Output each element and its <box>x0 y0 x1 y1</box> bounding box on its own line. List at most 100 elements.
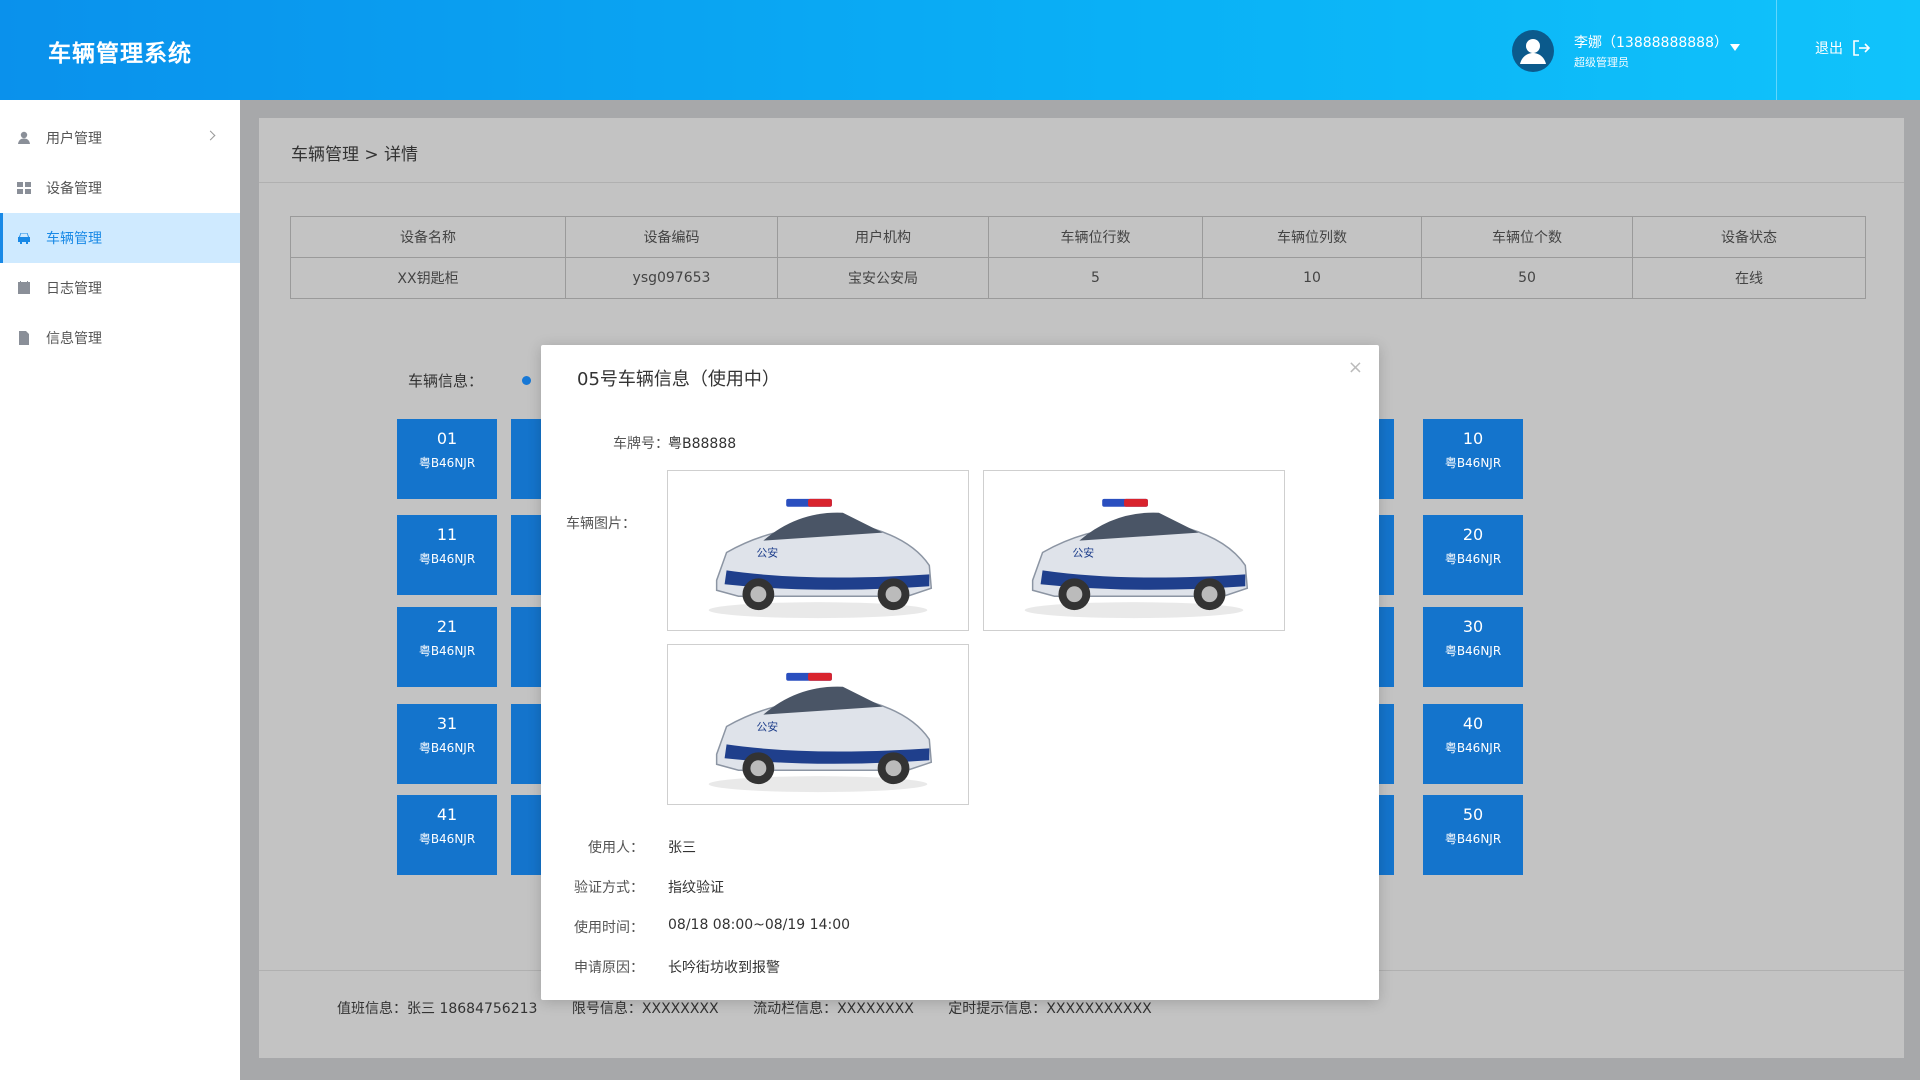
slot-number: 11 <box>436 525 458 544</box>
table-cell: ysg097653 <box>565 257 778 299</box>
verify-value: 指纹验证 <box>668 880 724 896</box>
sidebar: 用户管理 设备管理 车辆管理 日志管理 信息管理 <box>0 100 240 1080</box>
slot-number: 30 <box>1462 617 1484 636</box>
sidebar-item-label: 设备管理 <box>46 181 102 197</box>
slot-number: 21 <box>436 617 458 636</box>
modal-title: 05号车辆信息（使用中） <box>577 369 780 390</box>
table-header: 车辆位行数 <box>988 216 1203 258</box>
slot-number: 20 <box>1462 525 1484 544</box>
slot-plate: 粤B46NJR <box>418 741 476 755</box>
table-row: XX钥匙柜 ysg097653 宝安公安局 5 10 50 在线 <box>290 257 1866 299</box>
close-icon[interactable]: × <box>1348 357 1363 378</box>
sidebar-item-devices[interactable]: 设备管理 <box>0 163 240 213</box>
vehicle-slot[interactable]: 31 粤B46NJR <box>397 704 497 784</box>
police-car-image: 公安 <box>708 672 933 793</box>
time-label: 使用时间： <box>574 920 644 936</box>
plate-label: 车牌号： <box>613 436 669 452</box>
table-header: 用户机构 <box>777 216 989 258</box>
slot-number: 50 <box>1462 805 1484 824</box>
table-header: 设备编码 <box>565 216 778 258</box>
vehicle-slot[interactable]: 11 粤B46NJR <box>397 515 497 595</box>
photos-label: 车辆图片： <box>566 516 636 532</box>
divider <box>259 182 1904 183</box>
vehicle-slot[interactable]: 50 粤B46NJR <box>1423 795 1523 875</box>
vehicle-slot[interactable]: 41 粤B46NJR <box>397 795 497 875</box>
log-icon <box>16 280 32 296</box>
slot-number: 41 <box>436 805 458 824</box>
sidebar-item-users[interactable]: 用户管理 <box>0 113 240 163</box>
table-header-row: 设备名称 设备编码 用户机构 车辆位行数 车辆位列数 车辆位个数 设备状态 <box>290 216 1866 258</box>
sidebar-item-vehicles[interactable]: 车辆管理 <box>0 213 240 263</box>
user-name: 李娜（13888888888） <box>1574 35 1728 51</box>
slot-plate: 粤B46NJR <box>1444 552 1502 566</box>
svg-text:公安: 公安 <box>756 719 778 733</box>
slot-number: 40 <box>1462 714 1484 733</box>
restriction-info: 限号信息：XXXXXXXX <box>571 1001 719 1017</box>
plate-value: 粤B88888 <box>668 436 737 452</box>
breadcrumb: 车辆管理 > 详情 <box>291 145 419 165</box>
slot-number: 31 <box>436 714 458 733</box>
sidebar-item-label: 用户管理 <box>46 131 102 147</box>
svg-text:公安: 公安 <box>1072 545 1094 559</box>
header-divider <box>1776 0 1777 100</box>
table-header: 设备状态 <box>1632 216 1866 258</box>
table-cell: 宝安公安局 <box>777 257 989 299</box>
duty-info: 值班信息：张三 18684756213 <box>337 1001 538 1017</box>
user-avatar-icon <box>1520 39 1546 64</box>
legend-dot <box>522 376 531 385</box>
sidebar-item-label: 日志管理 <box>46 281 102 297</box>
reminder-info: 定时提示信息：XXXXXXXXXXX <box>948 1001 1152 1017</box>
vehicle-detail-modal: 05号车辆信息（使用中） × 车牌号： 粤B88888 车辆图片： 公安 公安 <box>541 345 1379 1000</box>
logout-icon <box>1853 40 1871 56</box>
vehicle-slot[interactable]: 01 粤B46NJR <box>397 419 497 499</box>
user-label: 使用人： <box>588 840 644 856</box>
table-header: 车辆位列数 <box>1202 216 1422 258</box>
table-header: 车辆位个数 <box>1421 216 1633 258</box>
police-car-image: 公安 <box>708 498 933 619</box>
vehicle-photo[interactable]: 公安 <box>667 470 969 631</box>
vehicle-slot[interactable]: 10 粤B46NJR <box>1423 419 1523 499</box>
verify-label: 验证方式： <box>574 880 644 896</box>
device-table: 设备名称 设备编码 用户机构 车辆位行数 车辆位列数 车辆位个数 设备状态 XX… <box>290 216 1866 299</box>
caret-down-icon[interactable] <box>1730 44 1740 51</box>
time-value: 08/18 08:00~08/19 14:00 <box>668 917 851 933</box>
slot-plate: 粤B46NJR <box>1444 832 1502 846</box>
slot-plate: 粤B46NJR <box>418 552 476 566</box>
logout-button[interactable]: 退出 <box>1815 38 1871 58</box>
table-cell: 50 <box>1421 257 1633 299</box>
user-menu[interactable]: 李娜（13888888888） 超级管理员 <box>1512 28 1742 74</box>
slot-plate: 粤B46NJR <box>1444 741 1502 755</box>
ticker-info: 流动栏信息：XXXXXXXX <box>753 1001 914 1017</box>
slot-plate: 粤B46NJR <box>418 456 476 470</box>
slot-plate: 粤B46NJR <box>418 832 476 846</box>
sidebar-item-info[interactable]: 信息管理 <box>0 313 240 363</box>
top-header: 车辆管理系统 李娜（13888888888） 超级管理员 退出 <box>0 0 1920 100</box>
vehicle-slot[interactable]: 21 粤B46NJR <box>397 607 497 687</box>
grid-icon <box>16 180 32 196</box>
sidebar-item-logs[interactable]: 日志管理 <box>0 263 240 313</box>
vehicle-photo[interactable]: 公安 <box>983 470 1285 631</box>
document-icon <box>16 330 32 346</box>
slot-number: 01 <box>436 429 458 448</box>
user-icon <box>16 130 32 146</box>
police-car-image: 公安 <box>1024 498 1249 619</box>
vehicle-slot[interactable]: 40 粤B46NJR <box>1423 704 1523 784</box>
table-cell: 在线 <box>1632 257 1866 299</box>
vehicle-slot[interactable]: 20 粤B46NJR <box>1423 515 1523 595</box>
vehicle-slot[interactable]: 30 粤B46NJR <box>1423 607 1523 687</box>
table-cell: 5 <box>988 257 1203 299</box>
slot-plate: 粤B46NJR <box>1444 456 1502 470</box>
vehicle-info-label: 车辆信息： <box>408 372 484 390</box>
logout-label: 退出 <box>1815 41 1843 57</box>
chevron-right-icon <box>205 130 216 141</box>
slot-plate: 粤B46NJR <box>1444 644 1502 658</box>
sidebar-item-label: 信息管理 <box>46 331 102 347</box>
user-role: 超级管理员 <box>1574 56 1629 69</box>
avatar <box>1512 30 1554 72</box>
slot-plate: 粤B46NJR <box>418 644 476 658</box>
table-cell: 10 <box>1202 257 1422 299</box>
app-title: 车辆管理系统 <box>48 41 192 67</box>
user-value: 张三 <box>668 840 696 856</box>
car-icon <box>16 230 32 246</box>
vehicle-photo[interactable]: 公安 <box>667 644 969 805</box>
